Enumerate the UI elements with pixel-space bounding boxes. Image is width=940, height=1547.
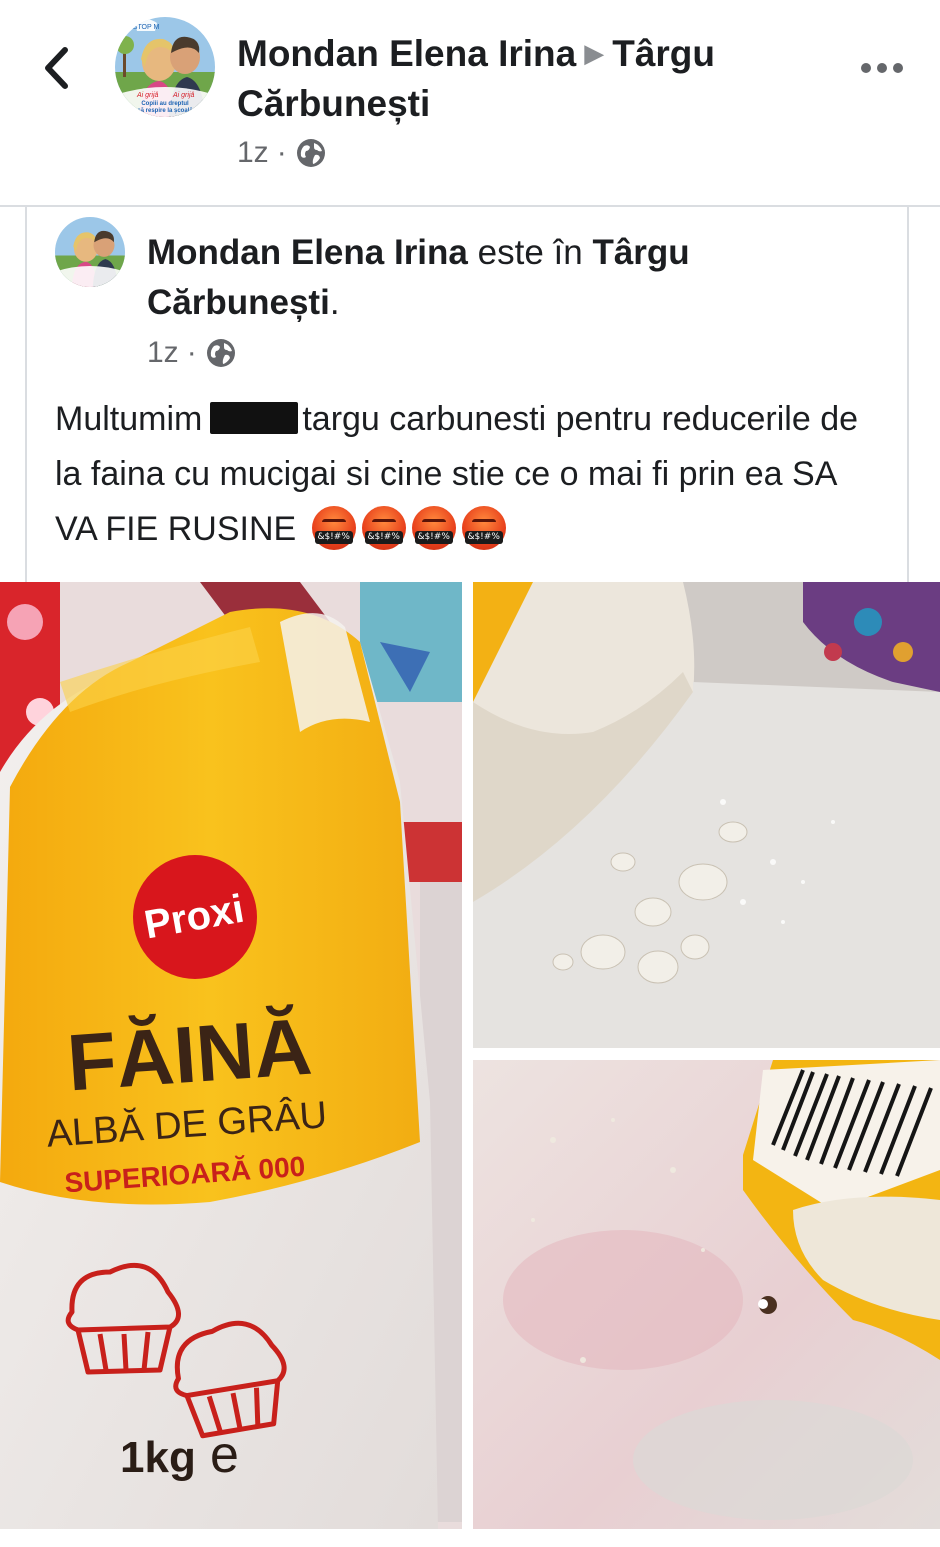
shared-post-suffix: .	[329, 283, 340, 322]
chevron-left-icon	[45, 47, 68, 89]
avatar-badge-left: Ai grijă	[136, 92, 159, 99]
triangle-right-icon: ▶	[584, 38, 605, 68]
avatar-badge-line2: să respire la școală	[137, 108, 193, 114]
avatar-badge-top: STOP M	[133, 24, 160, 31]
globe-icon[interactable]	[205, 337, 237, 369]
shared-post-connector: este în	[477, 233, 583, 272]
shared-post-meta: 1z ·	[147, 333, 237, 373]
weight-text: 1kg	[120, 1433, 196, 1482]
emoji-label: &$!#%	[464, 531, 503, 544]
author-avatar[interactable]: STOP M Ai grijă Ai grijă Copiii au drept…	[115, 17, 215, 117]
product-name-text: FĂINĂ	[64, 1002, 314, 1108]
shared-post-title: Mondan Elena Irina este în Târgu Cărbune…	[147, 228, 847, 328]
header-title: Mondan Elena Irina ▶ Târgu Cărbunești	[237, 28, 837, 129]
angry-swearing-emoji-icon: &$!#%	[411, 506, 456, 550]
meta-separator: ·	[276, 136, 287, 169]
facebook-post-screen: STOP M Ai grijă Ai grijă Copiii au drept…	[0, 0, 940, 1547]
header-meta: 1z ·	[237, 133, 327, 173]
post-photo-bag-debris[interactable]	[473, 1060, 940, 1529]
avatar-badge-line1: Copiii au dreptul	[141, 101, 189, 107]
emoji-label: &$!#%	[414, 531, 453, 544]
post-photo-flour-lumps[interactable]	[473, 582, 940, 1048]
avatar-badge-right: Ai grijă	[172, 92, 195, 99]
post-text-part1: Multumim	[55, 400, 203, 438]
more-options-button[interactable]	[852, 46, 912, 90]
shared-author-avatar[interactable]	[55, 217, 125, 287]
post-header: STOP M Ai grijă Ai grijă Copiii au drept…	[0, 0, 940, 205]
globe-icon[interactable]	[295, 137, 327, 169]
angry-swearing-emoji-icon: &$!#%	[361, 506, 406, 550]
meta-separator: ·	[186, 336, 197, 369]
back-button[interactable]	[34, 40, 78, 96]
more-horizontal-icon	[861, 63, 903, 73]
shared-post-author[interactable]: Mondan Elena Irina	[147, 233, 468, 272]
post-photo-flour-bag[interactable]: Proxi FĂINĂ ALBĂ DE GRÂU SUPERIOARĂ 000 …	[0, 582, 462, 1529]
emoji-label: &$!#%	[314, 531, 353, 544]
angry-swearing-emoji-icon: &$!#%	[461, 506, 506, 550]
estimated-mark-icon: e	[210, 1426, 239, 1484]
shared-post-timestamp[interactable]: 1z	[147, 336, 179, 370]
post-body-text: Multumim targu carbunesti pentru reduceri…	[55, 392, 885, 557]
angry-swearing-emoji-icon: &$!#%	[311, 506, 356, 550]
header-timestamp[interactable]: 1z	[237, 136, 269, 170]
emoji-label: &$!#%	[364, 531, 403, 544]
redaction-bar	[210, 402, 299, 434]
header-author[interactable]: Mondan Elena Irina	[237, 33, 576, 74]
